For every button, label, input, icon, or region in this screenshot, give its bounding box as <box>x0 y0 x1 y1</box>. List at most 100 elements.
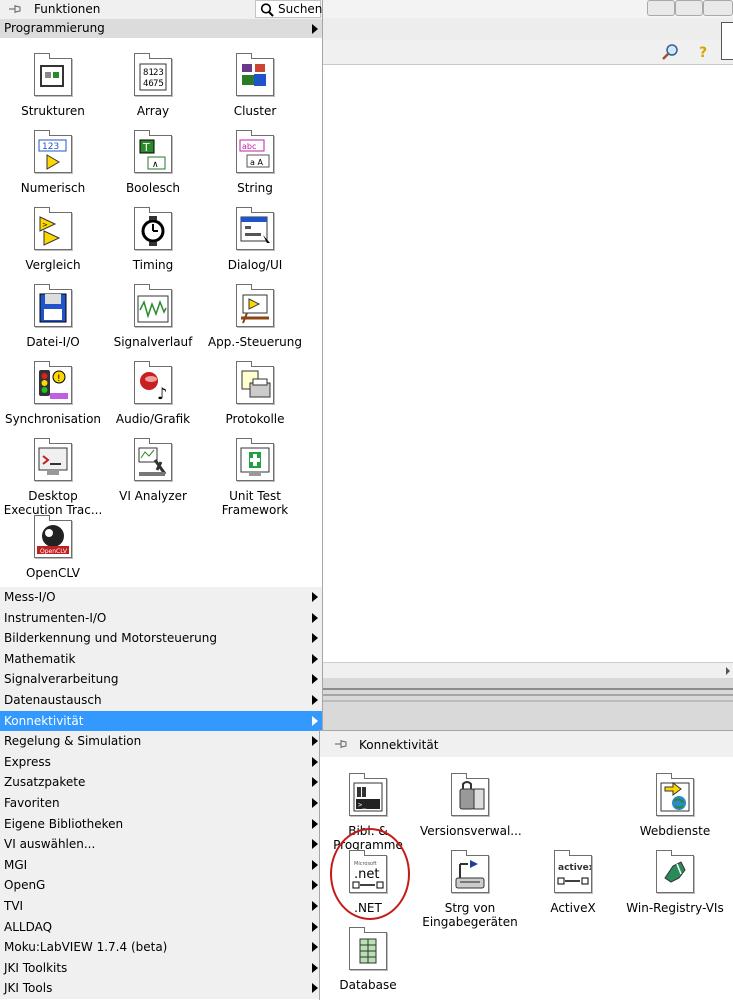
audio-graphics-icon[interactable]: ♪ <box>134 361 172 404</box>
help-icon[interactable]: ? <box>698 43 710 61</box>
palette-item[interactable]: Protokolle <box>205 361 305 426</box>
palette-category-row[interactable]: Zusatzpakete <box>0 772 322 793</box>
chevron-right-icon <box>312 612 318 623</box>
boolean-icon[interactable]: T ∧ <box>134 130 172 173</box>
file-io-icon[interactable] <box>34 284 72 327</box>
palette-item[interactable]: Versionsverwal... <box>420 773 522 838</box>
palette-category-row[interactable]: OpenG <box>0 875 322 896</box>
subpalette-header: Konnektivität <box>320 731 733 757</box>
source-control-icon[interactable] <box>451 773 489 816</box>
palette-category-row[interactable]: Signalverarbeitung <box>0 669 322 690</box>
palette-category-row[interactable]: Favoriten <box>0 793 322 813</box>
palette-category-row[interactable]: VI auswählen... <box>0 834 322 855</box>
palette-item[interactable]: Strukturen <box>3 53 103 118</box>
palette-item[interactable]: Database <box>318 927 418 992</box>
zoom-search-icon[interactable] <box>662 43 680 61</box>
palette-item[interactable]: VI Analyzer <box>103 438 203 503</box>
palette-category-row[interactable]: Mathematik <box>0 648 322 669</box>
vi-analyzer-icon[interactable] <box>134 438 172 481</box>
close-button[interactable] <box>703 0 733 16</box>
palette-item[interactable]: Signalverlauf <box>103 284 203 349</box>
pushpin-icon[interactable] <box>334 738 348 750</box>
palette-item[interactable]: Timing <box>103 207 203 272</box>
palette-item[interactable]: Strg von Eingabegeräten <box>420 850 520 929</box>
palette-item-label: App.-Steuerung <box>207 335 303 349</box>
palette-category-row[interactable]: JKI Toolkits <box>0 957 322 978</box>
palette-category-row[interactable]: Konnektivität <box>0 710 322 731</box>
palette-item[interactable]: OpenCLV OpenCLV <box>3 515 103 580</box>
palette-category-row[interactable]: JKI Tools <box>0 978 322 999</box>
waveform-icon[interactable] <box>134 284 172 327</box>
activex-icon[interactable]: activex <box>554 850 595 893</box>
scroll-right-icon[interactable] <box>726 667 730 675</box>
palette-item[interactable]: Win-Registry-VIs <box>625 850 725 915</box>
palette-item[interactable]: abc a A String <box>205 130 305 195</box>
window-divider <box>322 678 733 730</box>
minimize-button[interactable] <box>647 0 675 16</box>
web-services-icon[interactable] <box>656 773 694 816</box>
palette-item[interactable]: App.-Steuerung <box>205 284 305 349</box>
palette-category-row[interactable]: Regelung & Simulation <box>0 731 322 752</box>
palette-item[interactable]: Datei-I/O <box>3 284 103 349</box>
palette-category-row[interactable]: Datenaustausch <box>0 690 322 710</box>
timing-icon[interactable] <box>134 207 172 250</box>
palette-item[interactable]: activex ActiveX <box>523 850 623 915</box>
chevron-right-icon <box>312 24 318 34</box>
svg-text:75: 75 <box>153 79 164 89</box>
palette-item[interactable]: T ∧ Boolesch <box>103 130 203 195</box>
numeric-icon[interactable]: 123 <box>34 130 72 173</box>
maximize-button[interactable] <box>675 0 703 16</box>
palette-item[interactable]: 123 Numerisch <box>3 130 103 195</box>
palette-item-label: Strg von Eingabegeräten <box>422 901 518 929</box>
pushpin-icon[interactable] <box>8 3 22 15</box>
cluster-icon[interactable] <box>236 53 274 96</box>
report-icon[interactable] <box>236 361 274 404</box>
palette-item-label: Versionsverwal... <box>420 824 522 838</box>
svg-text:>_: >_ <box>358 801 367 809</box>
libraries-executables-icon[interactable]: >_ <box>349 773 387 816</box>
category-label: Datenaustausch <box>4 693 102 707</box>
category-label: Express <box>4 754 51 769</box>
input-device-control-icon[interactable] <box>451 850 489 893</box>
svg-text:T: T <box>142 141 150 154</box>
app-control-icon[interactable] <box>236 284 274 327</box>
palette-item[interactable]: Desktop Execution Trac... <box>3 438 103 517</box>
palette-category-row[interactable]: MGI <box>0 854 322 875</box>
palette-item[interactable]: Cluster <box>205 53 305 118</box>
block-diagram-canvas[interactable] <box>322 65 733 662</box>
palette-item[interactable]: ! Synchronisation <box>3 361 103 426</box>
category-label: MGI <box>4 857 28 872</box>
comparison-icon[interactable]: > <box>34 207 72 250</box>
palette-category-row[interactable]: Express <box>0 751 322 772</box>
openclv-icon[interactable]: OpenCLV <box>34 515 72 558</box>
palette-item[interactable]: ♪ Audio/Grafik <box>103 361 203 426</box>
palette-item-label: Signalverlauf <box>113 335 193 349</box>
desktop-execution-trace-icon[interactable] <box>34 438 72 481</box>
database-icon[interactable] <box>349 927 387 970</box>
palette-item[interactable]: Unit Test Framework <box>205 438 305 517</box>
category-programmierung[interactable]: Programmierung <box>0 19 322 38</box>
palette-item[interactable]: > Vergleich <box>3 207 103 272</box>
search-button[interactable]: Suchen <box>255 0 322 18</box>
synchronization-icon[interactable]: ! <box>34 361 72 404</box>
palette-category-row[interactable]: Instrumenten-I/O <box>0 607 322 628</box>
svg-text:abc: abc <box>242 142 256 151</box>
unit-test-icon[interactable] <box>236 438 274 481</box>
string-icon[interactable]: abc a A <box>236 130 274 173</box>
category-label: Moku:LabVIEW 1.7.4 (beta) <box>4 940 168 955</box>
palette-category-row[interactable]: ALLDAQ <box>0 916 322 937</box>
dialog-ui-icon[interactable] <box>236 207 274 250</box>
structures-icon[interactable] <box>34 53 72 96</box>
array-icon[interactable]: 81 23 46 75 <box>134 53 172 96</box>
palette-category-row[interactable]: Bilderkennung und Motorsteuerung <box>0 628 322 649</box>
horizontal-scrollbar[interactable] <box>322 662 733 679</box>
palette-category-row[interactable]: Mess-I/O <box>0 587 322 607</box>
palette-item[interactable]: Webdienste <box>625 773 725 838</box>
chevron-right-icon <box>312 756 318 767</box>
palette-item[interactable]: 81 23 46 75 Array <box>103 53 203 118</box>
palette-item[interactable]: Dialog/UI <box>205 207 305 272</box>
palette-category-row[interactable]: TVI <box>0 896 322 916</box>
palette-category-row[interactable]: Eigene Bibliotheken <box>0 813 322 834</box>
palette-category-row[interactable]: Moku:LabVIEW 1.7.4 (beta) <box>0 937 322 958</box>
windows-registry-icon[interactable] <box>656 850 694 893</box>
